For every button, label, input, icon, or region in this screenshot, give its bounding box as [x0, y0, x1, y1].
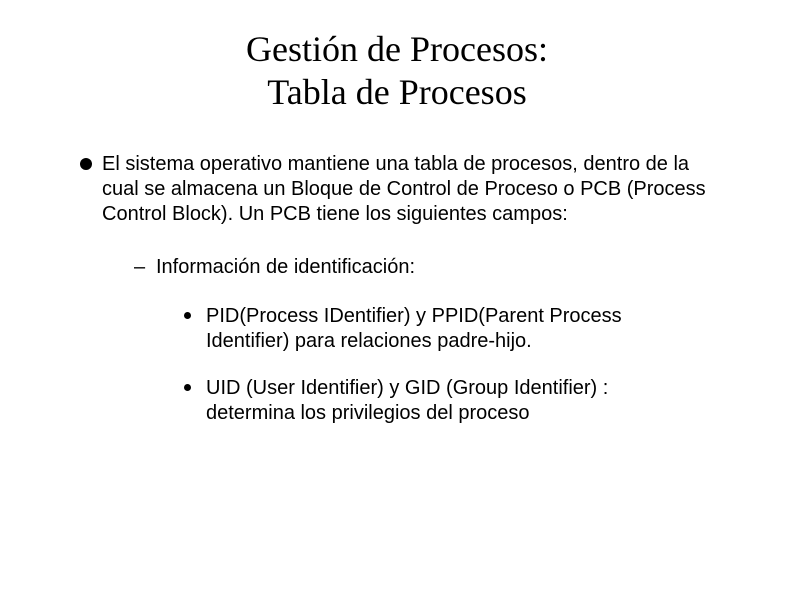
slide: Gestión de Procesos: Tabla de Procesos E…	[0, 0, 794, 595]
dash-bullet-icon: –	[134, 255, 145, 280]
sub2-text-0: PID(Process IDentifier) y PPID(Parent Pr…	[206, 305, 622, 352]
bullet-level-2: – Información de identificación:	[134, 255, 710, 280]
bullet-level-3-group: PID(Process IDentifier) y PPID(Parent Pr…	[184, 304, 710, 426]
dot-bullet-icon	[184, 312, 191, 319]
bullet-level-3: UID (User Identifier) y GID (Group Ident…	[184, 376, 686, 426]
main-point-text: El sistema operativo mantiene una tabla …	[102, 153, 706, 225]
disc-bullet-icon	[80, 158, 92, 170]
dot-bullet-icon	[184, 384, 191, 391]
sub2-text-1: UID (User Identifier) y GID (Group Ident…	[206, 377, 608, 424]
slide-body: El sistema operativo mantiene una tabla …	[80, 152, 710, 448]
title-line-1: Gestión de Procesos:	[246, 29, 548, 69]
slide-title: Gestión de Procesos: Tabla de Procesos	[0, 28, 794, 114]
title-line-2: Tabla de Procesos	[267, 72, 526, 112]
sub1-text: Información de identificación:	[156, 256, 415, 278]
bullet-level-1: El sistema operativo mantiene una tabla …	[80, 152, 710, 227]
bullet-level-3: PID(Process IDentifier) y PPID(Parent Pr…	[184, 304, 686, 354]
